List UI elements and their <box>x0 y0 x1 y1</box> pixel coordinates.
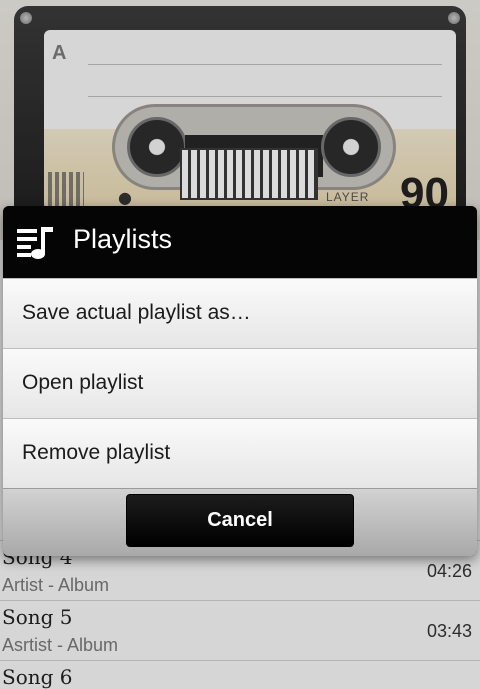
menu-item-label: Remove playlist <box>22 441 171 464</box>
menu-item-label: Save actual playlist as… <box>22 301 251 324</box>
menu-item-label: Open playlist <box>22 371 144 394</box>
menu-item-open-playlist[interactable]: Open playlist <box>3 348 477 418</box>
menu-item-remove-playlist[interactable]: Remove playlist <box>3 418 477 488</box>
dialog-header: Playlists <box>3 206 477 278</box>
dialog-title: Playlists <box>73 224 173 254</box>
cancel-button[interactable]: Cancel <box>126 494 354 547</box>
playlists-dialog: Playlists Save actual playlist as… Open … <box>3 206 477 556</box>
menu-item-save-playlist[interactable]: Save actual playlist as… <box>3 278 477 348</box>
dialog-button-bar: Cancel <box>3 488 477 556</box>
playlist-icon <box>17 227 53 259</box>
